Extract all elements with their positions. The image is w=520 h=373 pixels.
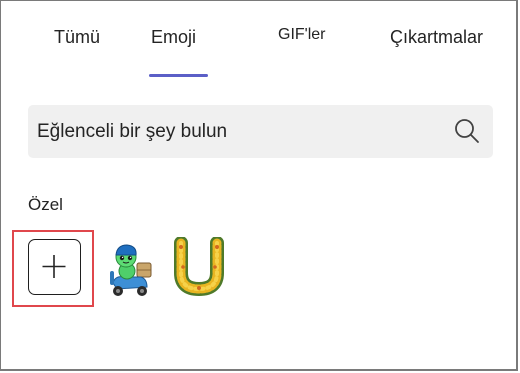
add-button-highlight	[12, 230, 94, 307]
emoji-picker-panel: Tümü Emoji GIF'ler Çıkartmalar Özel	[0, 0, 518, 371]
flower-garland-letter-u-icon[interactable]	[171, 237, 227, 297]
scooter-delivery-character-icon[interactable]	[107, 241, 155, 299]
search-icon[interactable]	[453, 117, 481, 145]
search-input[interactable]	[37, 113, 437, 150]
tab-gifs[interactable]: GIF'ler	[278, 25, 326, 45]
add-custom-emoji-button[interactable]	[28, 239, 81, 295]
add-icon	[42, 255, 66, 278]
tab-emoji[interactable]: Emoji	[151, 27, 196, 47]
tab-all[interactable]: Tümü	[54, 27, 100, 47]
section-label-custom: Özel	[28, 195, 63, 214]
active-tab-indicator	[149, 74, 208, 77]
tab-stickers[interactable]: Çıkartmalar	[390, 27, 483, 47]
search-box[interactable]	[28, 105, 493, 158]
